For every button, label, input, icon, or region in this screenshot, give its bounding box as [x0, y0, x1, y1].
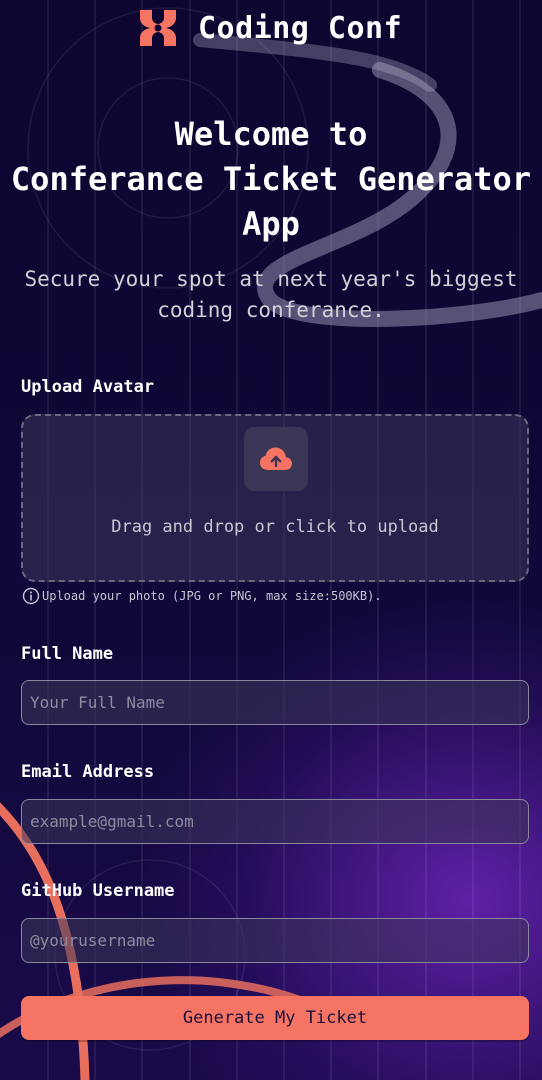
title-line-1: Welcome to [174, 115, 368, 153]
brand-logo[interactable]: Coding Conf [138, 8, 402, 48]
full-name-label: Full Name [21, 644, 114, 664]
title-line-3: App [242, 205, 300, 243]
ticket-form-page: Coding Conf Welcome to Conferance Ticket… [0, 0, 542, 1080]
upload-icon-box [244, 427, 308, 491]
cloud-upload-icon [260, 447, 292, 470]
github-username-field[interactable] [21, 918, 529, 963]
info-icon [22, 587, 40, 605]
avatar-hint: Upload your photo (JPG or PNG, max size:… [22, 587, 382, 605]
coding-conf-logo-icon [140, 10, 176, 46]
page-subtitle: Secure your spot at next year's biggest … [24, 267, 518, 322]
full-name-field[interactable] [21, 680, 529, 725]
avatar-hint-text: Upload your photo (JPG or PNG, max size:… [42, 589, 382, 603]
brand-name: Coding Conf [198, 10, 403, 46]
github-username-label: GitHub Username [21, 881, 175, 901]
dropzone-text: Drag and drop or click to upload [111, 517, 439, 537]
avatar-label: Upload Avatar [21, 377, 155, 397]
avatar-dropzone[interactable]: Drag and drop or click to upload [21, 414, 529, 582]
generate-ticket-button[interactable]: Generate My Ticket [21, 996, 529, 1040]
email-field[interactable] [21, 799, 529, 844]
page-title: Welcome to Conferance Ticket Generator A… [10, 112, 532, 247]
title-line-2: Conferance Ticket Generator [10, 160, 532, 198]
email-label: Email Address [21, 762, 155, 782]
